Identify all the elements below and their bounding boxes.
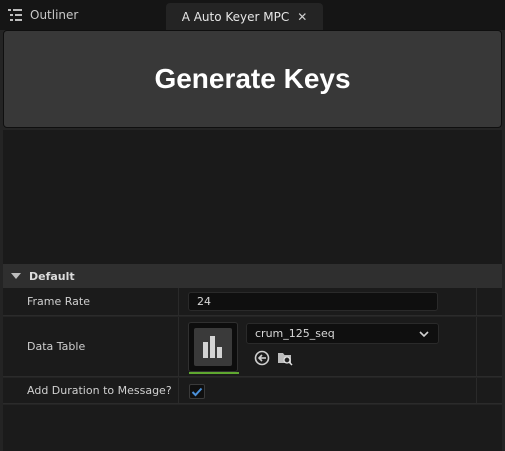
column-divider	[476, 378, 477, 403]
asset-thumbnail[interactable]	[188, 322, 239, 374]
tab-auto-keyer-label: A Auto Keyer MPC	[181, 9, 290, 24]
column-divider[interactable]	[178, 288, 179, 315]
column-divider[interactable]	[178, 378, 179, 403]
frame-rate-input[interactable]: 24	[188, 292, 438, 311]
checkmark-icon	[191, 387, 203, 396]
property-row-add-duration: Add Duration to Message?	[3, 378, 502, 404]
tab-bar: Outliner A Auto Keyer MPC ✕	[0, 0, 505, 30]
empty-area	[3, 130, 502, 264]
tab-outliner[interactable]: Outliner	[0, 0, 150, 30]
section-title: Default	[29, 269, 75, 283]
add-duration-label: Add Duration to Message?	[27, 384, 172, 397]
close-icon[interactable]: ✕	[297, 10, 307, 24]
expand-arrow-icon[interactable]	[11, 273, 21, 279]
empty-area	[3, 405, 502, 451]
data-table-icon	[194, 328, 232, 366]
add-duration-checkbox[interactable]	[189, 384, 205, 399]
data-table-dropdown[interactable]: crum_125_seq	[246, 323, 439, 344]
property-row-data-table: Data Table crum_125_seq	[3, 317, 502, 377]
property-row-frame-rate: Frame Rate 24	[3, 288, 502, 316]
browse-asset-icon[interactable]	[277, 350, 293, 366]
data-table-selected: crum_125_seq	[255, 327, 335, 340]
column-divider	[476, 317, 477, 376]
tab-auto-keyer[interactable]: A Auto Keyer MPC ✕	[166, 3, 323, 30]
tab-outliner-label: Outliner	[30, 8, 79, 22]
generate-keys-button[interactable]: Generate Keys	[3, 30, 502, 128]
frame-rate-label: Frame Rate	[27, 295, 90, 308]
data-table-label: Data Table	[27, 340, 86, 353]
column-divider[interactable]	[178, 317, 179, 376]
column-divider	[476, 288, 477, 315]
asset-type-accent	[189, 372, 239, 374]
details-panel: Generate Keys Default Frame Rate 24 Data…	[0, 30, 505, 451]
section-header-default[interactable]: Default	[3, 264, 502, 288]
chevron-down-icon	[418, 328, 430, 343]
outliner-icon	[8, 9, 22, 21]
use-selected-asset-icon[interactable]	[254, 350, 270, 366]
